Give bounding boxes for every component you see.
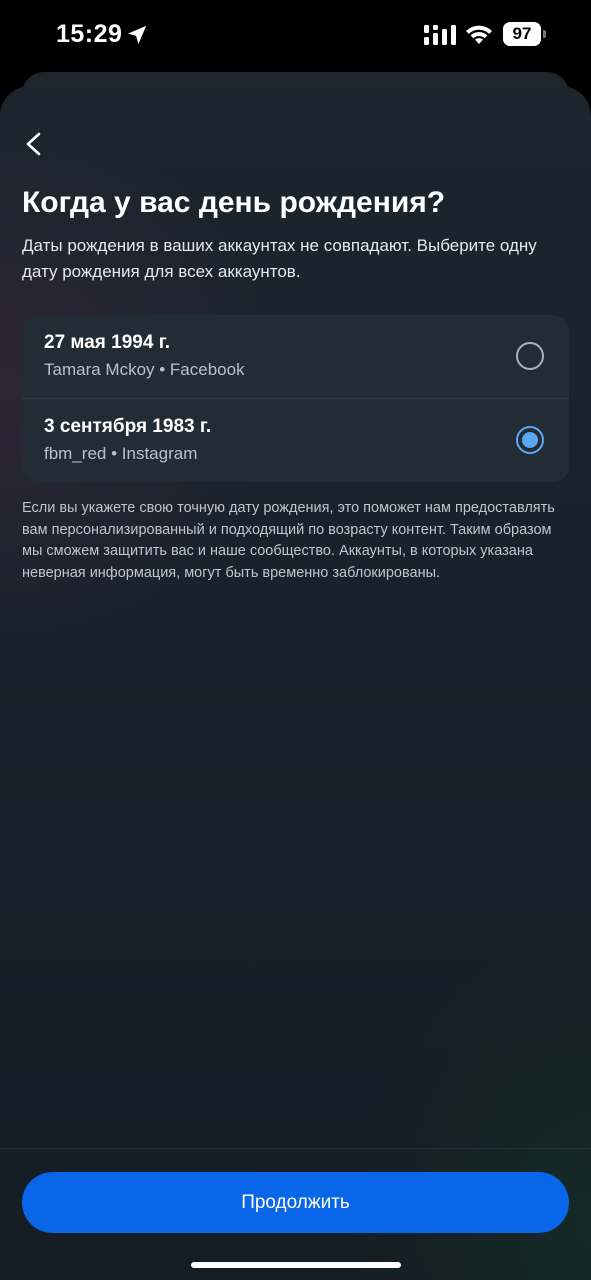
status-time: 15:29: [56, 20, 123, 48]
birthday-option-facebook[interactable]: 27 мая 1994 г. Tamara Mckoy • Facebook: [22, 315, 569, 398]
wifi-icon: [466, 25, 492, 44]
radio-button-unselected[interactable]: [516, 342, 544, 370]
radio-selected-dot: [522, 432, 538, 448]
option-date: 27 мая 1994 г.: [44, 332, 170, 353]
battery-level: 97: [512, 24, 532, 43]
back-button[interactable]: [14, 124, 54, 164]
location-arrow-icon: [127, 25, 147, 45]
option-account: fbm_red • Instagram: [44, 444, 198, 463]
radio-button-selected[interactable]: [516, 426, 544, 454]
footer-divider: [0, 1148, 591, 1149]
page-title: Когда у вас день рождения?: [22, 186, 446, 219]
home-indicator: [191, 1262, 401, 1268]
status-bar: 15:29 97: [0, 0, 591, 70]
battery-icon: 97: [503, 22, 541, 46]
birthday-sheet: Когда у вас день рождения? Даты рождения…: [0, 86, 591, 1280]
birthday-options: 27 мая 1994 г. Tamara Mckoy • Facebook 3…: [22, 315, 569, 482]
chevron-left-icon: [26, 132, 41, 156]
screen: 15:29 97 Когда у вас день рождения? Даты…: [0, 0, 591, 1280]
option-account: Tamara Mckoy • Facebook: [44, 360, 245, 379]
battery-tip: [543, 30, 546, 38]
birthday-option-instagram[interactable]: 3 сентября 1983 г. fbm_red • Instagram: [22, 398, 569, 482]
disclaimer-text: Если вы укажете свою точную дату рождени…: [22, 500, 555, 581]
option-date: 3 сентября 1983 г.: [44, 416, 212, 437]
page-subtitle: Даты рождения в ваших аккаунтах не совпа…: [22, 236, 537, 281]
continue-button[interactable]: Продолжить: [22, 1172, 569, 1233]
cellular-signal-icon: [424, 25, 456, 45]
